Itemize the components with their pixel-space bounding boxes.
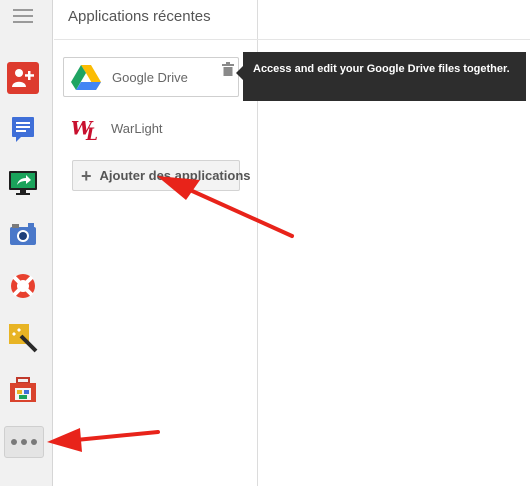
app-item-google-drive[interactable]: Google Drive: [63, 57, 239, 97]
dot-icon: [11, 439, 17, 445]
dot-icon: [21, 439, 27, 445]
panel-title: Applications récentes: [68, 8, 211, 25]
panel-header: Applications récentes: [54, 0, 258, 40]
document-icon[interactable]: [7, 114, 39, 146]
camera-icon[interactable]: [7, 218, 39, 250]
main-header: [258, 0, 530, 40]
warlight-icon: W L: [69, 114, 101, 143]
app-name: WarLight: [111, 120, 163, 136]
trash-icon[interactable]: [222, 62, 234, 76]
lifebuoy-icon[interactable]: [7, 270, 39, 302]
recent-apps-panel: Applications récentes Google Drive W L W…: [54, 0, 258, 486]
dot-icon: [31, 439, 37, 445]
hamburger-menu-icon[interactable]: [13, 9, 33, 23]
more-apps-button[interactable]: [4, 426, 44, 458]
tooltip-pointer: [236, 66, 243, 80]
toolbox-icon[interactable]: [7, 374, 39, 406]
apps-rail: [0, 0, 53, 486]
app-name: Google Drive: [112, 69, 188, 85]
magic-wand-icon[interactable]: [7, 322, 39, 354]
screen-share-icon[interactable]: [7, 167, 39, 199]
google-drive-icon: [70, 63, 102, 91]
add-person-icon[interactable]: [7, 62, 39, 94]
svg-text:L: L: [85, 124, 98, 143]
app-item-warlight[interactable]: W L WarLight: [63, 108, 239, 148]
app-tooltip: Access and edit your Google Drive files …: [243, 52, 526, 101]
add-applications-label: Ajouter des applications: [99, 168, 251, 183]
add-applications-button[interactable]: + Ajouter des applications: [72, 160, 251, 191]
plus-icon: +: [81, 165, 92, 186]
